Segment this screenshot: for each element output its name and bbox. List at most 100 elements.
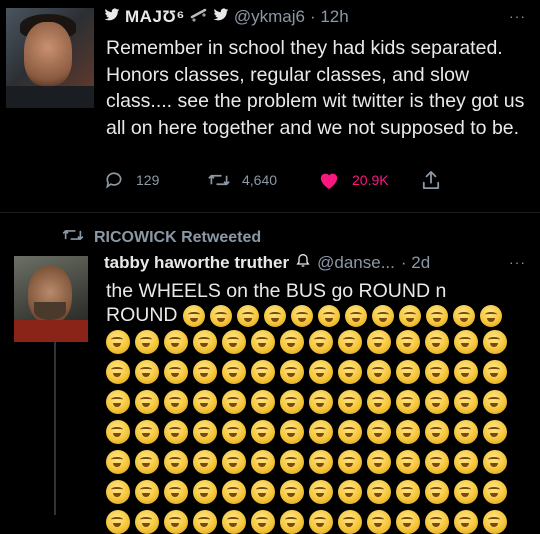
grimacing-face-emoji-icon bbox=[164, 450, 188, 474]
grimacing-face-emoji-icon bbox=[193, 390, 217, 414]
reply-button[interactable]: 129 bbox=[104, 170, 159, 190]
grimacing-face-emoji-icon bbox=[483, 420, 507, 444]
avatar[interactable] bbox=[6, 8, 94, 108]
twitter-bird-icon bbox=[104, 8, 120, 26]
retweet-icon bbox=[208, 170, 230, 190]
grimacing-face-emoji-icon bbox=[222, 420, 246, 444]
more-options-button[interactable]: ··· bbox=[509, 254, 526, 270]
grimacing-face-emoji-icon bbox=[396, 480, 420, 504]
grimacing-face-emoji-icon bbox=[135, 510, 159, 534]
grimacing-face-emoji-icon bbox=[106, 360, 130, 384]
grimacing-face-emoji-icon bbox=[106, 420, 130, 444]
grimacing-face-emoji-icon bbox=[193, 450, 217, 474]
grimacing-face-emoji-icon bbox=[425, 510, 449, 534]
like-count: 20.9K bbox=[352, 172, 389, 188]
avatar[interactable] bbox=[14, 256, 88, 342]
skateboard-emoji-icon bbox=[190, 7, 208, 27]
grimacing-face-emoji-icon bbox=[251, 420, 275, 444]
grimacing-face-emoji-icon bbox=[135, 450, 159, 474]
grimacing-face-emoji-icon bbox=[338, 510, 362, 534]
share-button[interactable] bbox=[422, 170, 440, 190]
grimacing-face-emoji-icon bbox=[106, 510, 130, 534]
grimacing-face-emoji-icon bbox=[251, 330, 275, 354]
grimacing-face-emoji-icon bbox=[193, 420, 217, 444]
grimacing-face-emoji-icon bbox=[280, 330, 304, 354]
user-handle[interactable]: @ykmaj6 bbox=[234, 7, 305, 27]
grimacing-face-emoji-icon bbox=[479, 304, 502, 327]
reply-count: 129 bbox=[136, 172, 160, 188]
grimacing-face-emoji-icon bbox=[483, 510, 507, 534]
grimacing-face-emoji-icon bbox=[309, 480, 333, 504]
grimacing-face-emoji-icon bbox=[106, 450, 130, 474]
grimacing-face-emoji-icon bbox=[454, 390, 478, 414]
bell-icon bbox=[295, 252, 311, 273]
grimacing-face-emoji-icon bbox=[425, 450, 449, 474]
grimacing-face-emoji-icon bbox=[280, 360, 304, 384]
grimacing-face-emoji-icon bbox=[317, 304, 340, 327]
grimacing-face-emoji-icon bbox=[263, 304, 286, 327]
grimacing-face-emoji-icon bbox=[454, 330, 478, 354]
grimacing-face-emoji-icon bbox=[309, 510, 333, 534]
more-options-button[interactable]: ··· bbox=[509, 8, 526, 24]
tweet-majuo[interactable]: MAJƱ⁶ @ykmaj6 · 12h ··· Remember in scho… bbox=[0, 0, 540, 210]
grimacing-face-emoji-icon bbox=[164, 360, 188, 384]
grimacing-face-emoji-icon bbox=[182, 304, 205, 327]
grimacing-face-emoji-icon bbox=[251, 390, 275, 414]
tweet-time[interactable]: · 12h bbox=[310, 7, 349, 27]
emoji-grid bbox=[106, 330, 510, 534]
grimacing-face-emoji-icon bbox=[309, 330, 333, 354]
grimacing-face-emoji-icon bbox=[367, 480, 391, 504]
avatar-face bbox=[24, 22, 72, 86]
grimacing-face-emoji-icon bbox=[483, 360, 507, 384]
grimacing-face-emoji-icon bbox=[280, 390, 304, 414]
tweet-tabby[interactable]: RICOWICK Retweeted tabby haworthe truthe… bbox=[0, 218, 540, 534]
grimacing-face-emoji-icon bbox=[454, 510, 478, 534]
grimacing-face-emoji-icon bbox=[135, 420, 159, 444]
grimacing-face-emoji-icon bbox=[425, 330, 449, 354]
tweet-body: the WHEELS on the BUS go ROUND n ROUND bbox=[106, 279, 506, 327]
grimacing-face-emoji-icon bbox=[164, 420, 188, 444]
tweet-time[interactable]: · 2d bbox=[401, 253, 430, 273]
grimacing-face-emoji-icon bbox=[398, 304, 421, 327]
grimacing-face-emoji-icon bbox=[135, 330, 159, 354]
grimacing-face-emoji-icon bbox=[338, 330, 362, 354]
grimacing-face-emoji-icon bbox=[396, 360, 420, 384]
grimacing-face-emoji-icon bbox=[396, 420, 420, 444]
grimacing-face-emoji-icon bbox=[367, 330, 391, 354]
inline-emoji-run bbox=[178, 304, 502, 327]
grimacing-face-emoji-icon bbox=[396, 510, 420, 534]
retweet-button[interactable]: 4,640 bbox=[208, 170, 277, 190]
grimacing-face-emoji-icon bbox=[280, 450, 304, 474]
user-handle[interactable]: @danse... bbox=[317, 253, 395, 273]
grimacing-face-emoji-icon bbox=[454, 360, 478, 384]
grimacing-face-emoji-icon bbox=[344, 304, 367, 327]
tweet-body: Remember in school they had kids separat… bbox=[106, 37, 525, 139]
grimacing-face-emoji-icon bbox=[338, 390, 362, 414]
grimacing-face-emoji-icon bbox=[367, 510, 391, 534]
grimacing-face-emoji-icon bbox=[222, 510, 246, 534]
grimacing-face-emoji-icon bbox=[193, 510, 217, 534]
grimacing-face-emoji-icon bbox=[367, 450, 391, 474]
grimacing-face-emoji-icon bbox=[236, 304, 259, 327]
grimacing-face-emoji-icon bbox=[452, 304, 475, 327]
grimacing-face-emoji-icon bbox=[280, 510, 304, 534]
retweeted-by-label: RICOWICK Retweeted bbox=[94, 228, 262, 246]
grimacing-face-emoji-icon bbox=[483, 330, 507, 354]
display-name[interactable]: MAJƱ⁶ bbox=[125, 7, 185, 27]
retweeted-by[interactable]: RICOWICK Retweeted bbox=[62, 226, 261, 249]
grimacing-face-emoji-icon bbox=[338, 480, 362, 504]
grimacing-face-emoji-icon bbox=[367, 390, 391, 414]
share-icon bbox=[422, 170, 440, 190]
grimacing-face-emoji-icon bbox=[164, 330, 188, 354]
tweet-divider bbox=[0, 212, 540, 213]
thread-line bbox=[54, 342, 56, 515]
grimacing-face-emoji-icon bbox=[367, 360, 391, 384]
display-name[interactable]: tabby haworthe truther bbox=[104, 253, 289, 273]
grimacing-face-emoji-icon bbox=[164, 510, 188, 534]
grimacing-face-emoji-icon bbox=[222, 330, 246, 354]
grimacing-face-emoji-icon bbox=[135, 360, 159, 384]
grimacing-face-emoji-icon bbox=[425, 360, 449, 384]
like-button[interactable]: 20.9K bbox=[318, 170, 389, 190]
grimacing-face-emoji-icon bbox=[251, 450, 275, 474]
grimacing-face-emoji-icon bbox=[251, 480, 275, 504]
